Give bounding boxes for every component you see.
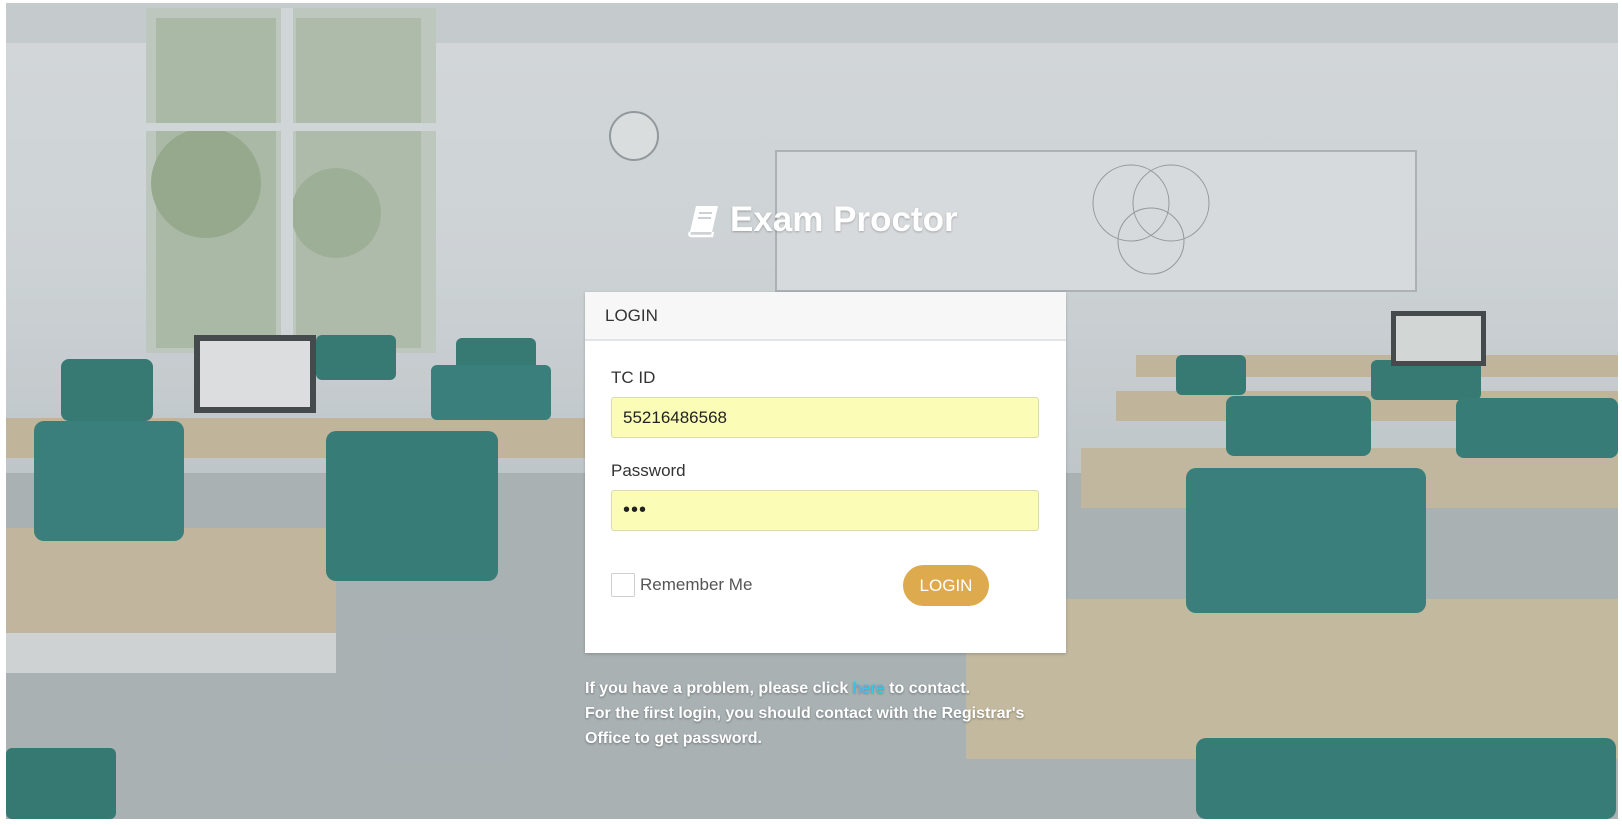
help-line-2: For the first login, you should contact … bbox=[585, 705, 1025, 747]
app-title: Exam Proctor bbox=[730, 200, 958, 239]
help-text-after-link: to contact. bbox=[884, 680, 971, 697]
help-text: If you have a problem, please click here… bbox=[585, 676, 1055, 751]
login-button[interactable]: LOGIN bbox=[903, 565, 989, 606]
book-icon bbox=[688, 206, 718, 238]
help-text-before-link: If you have a problem, please click bbox=[585, 680, 853, 697]
contact-here-link[interactable]: here bbox=[853, 680, 885, 697]
app-brand: Exam Proctor bbox=[686, 196, 958, 244]
password-label: Password bbox=[611, 461, 686, 480]
remember-me-checkbox[interactable] bbox=[611, 573, 635, 597]
remember-me-label[interactable]: Remember Me bbox=[640, 575, 752, 595]
password-input[interactable] bbox=[611, 490, 1039, 531]
tcid-input[interactable] bbox=[611, 397, 1039, 438]
help-line-1: If you have a problem, please click here… bbox=[585, 676, 1055, 701]
login-panel-header: LOGIN bbox=[585, 292, 1066, 341]
login-panel: LOGIN TC ID Password Remember Me LOGIN bbox=[585, 292, 1066, 653]
tcid-label: TC ID bbox=[611, 368, 656, 387]
remember-me-row[interactable]: Remember Me bbox=[611, 573, 752, 597]
